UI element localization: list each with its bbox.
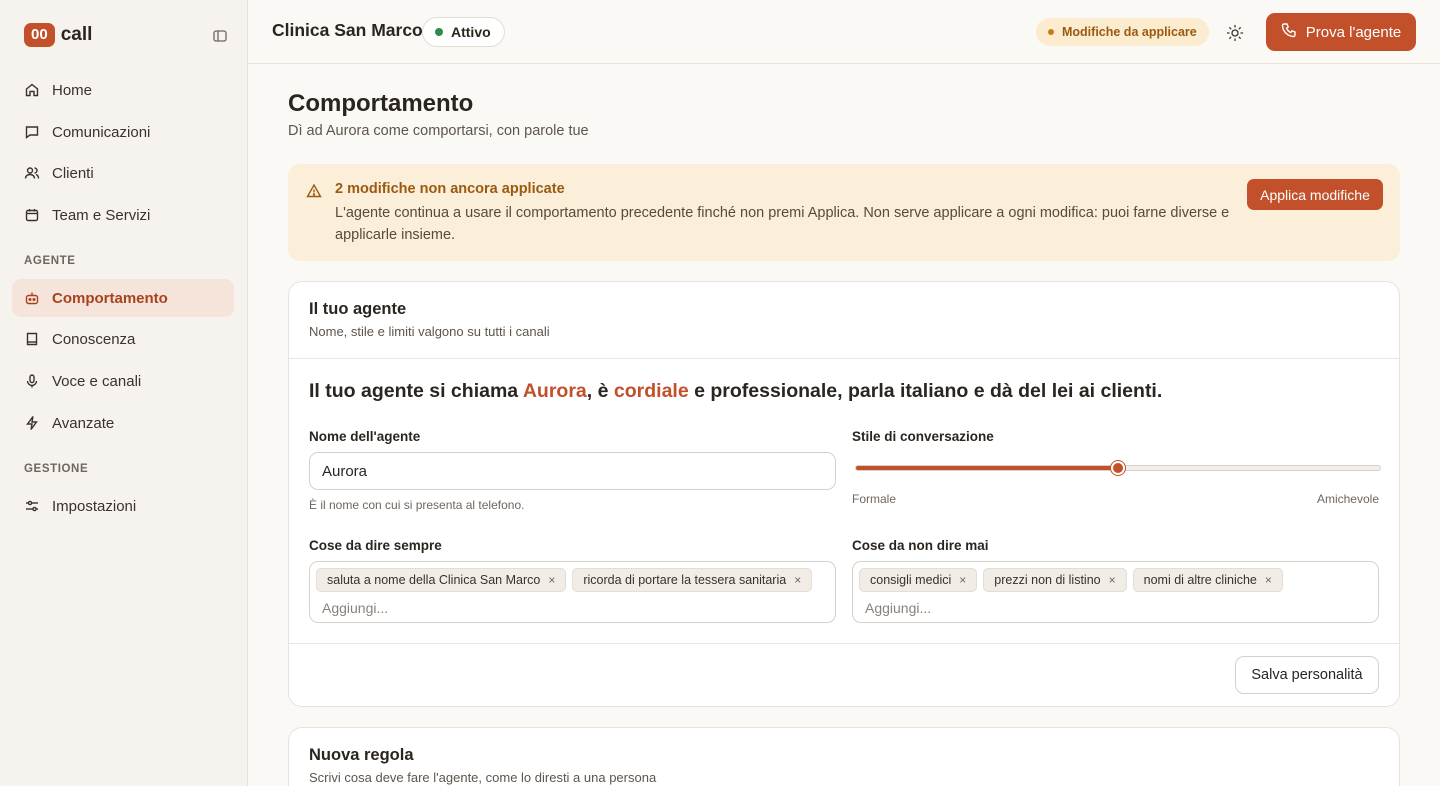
always-say-tag-input[interactable]: saluta a nome della Clinica San Marco × r… (309, 561, 836, 623)
clinic-name: Clinica San Marco (272, 20, 423, 40)
sidebar-item-label: Voce e canali (52, 372, 142, 390)
remove-tag-icon[interactable]: × (1109, 573, 1116, 587)
tag-chip: nomi di altre cliniche × (1132, 568, 1283, 592)
sliders-icon (24, 498, 40, 514)
remove-tag-icon[interactable]: × (1265, 573, 1272, 587)
summary-agent-style: cordiale (613, 380, 689, 402)
page-title: Comportamento (288, 90, 474, 117)
card-divider (289, 358, 1399, 359)
sidebar-item-label: Comunicazioni (52, 123, 151, 141)
agent-personality-card: Il tuo agente Nome, stile e limiti valgo… (288, 281, 1400, 707)
sidebar-item-team-servizi[interactable]: Team e Servizi (12, 196, 234, 234)
remove-tag-icon[interactable]: × (959, 573, 966, 587)
users-icon (24, 165, 40, 181)
always-say-label: Cose da dire sempre (309, 538, 442, 553)
agent-summary-sentence: Il tuo agente si chiama Aurora, è cordia… (309, 380, 1163, 402)
sidebar-item-conoscenza[interactable]: Conoscenza (12, 320, 234, 358)
sidebar-item-label: Home (52, 81, 93, 99)
logo-text: call (60, 24, 93, 45)
sidebar-item-label: Conoscenza (52, 330, 136, 348)
status-badge: Attivo (422, 17, 505, 47)
sidebar-item-label: Impostazioni (52, 497, 137, 515)
sidebar-item-label: Comportamento (52, 289, 168, 307)
bolt-icon (24, 415, 40, 431)
slider-fill (856, 466, 1118, 470)
sidebar-item-home[interactable]: Home (12, 71, 234, 109)
card-title: Il tuo agente (309, 300, 407, 318)
card-divider (289, 643, 1399, 644)
try-agent-button[interactable]: Prova l'agente (1266, 13, 1416, 51)
sidebar-item-impostazioni[interactable]: Impostazioni (12, 487, 234, 525)
always-say-add-input[interactable] (322, 598, 722, 618)
tag-chip: consigli medici × (859, 568, 978, 592)
save-personality-button[interactable]: Salva personalità (1235, 656, 1379, 694)
microphone-icon (24, 373, 40, 389)
sidebar-item-clienti[interactable]: Clienti (12, 154, 234, 192)
apply-changes-button[interactable]: Applica modifiche (1247, 179, 1383, 210)
app-logo[interactable]: 00 call (24, 23, 92, 47)
section-label-gestione: GESTIONE (24, 463, 89, 475)
top-header: Clinica San Marco Attivo Modifiche da ap… (248, 0, 1440, 64)
agent-name-input[interactable] (309, 452, 836, 490)
phone-icon (1281, 22, 1297, 42)
new-rule-card: Nuova regola Scrivi cosa deve fare l'age… (288, 727, 1400, 786)
sun-icon[interactable] (1226, 24, 1244, 42)
card-subtitle: Scrivi cosa deve fare l'agente, come lo … (309, 770, 657, 785)
sidebar: 00 call Home Comunicazioni Clienti Team … (0, 0, 248, 786)
remove-tag-icon[interactable]: × (794, 573, 801, 587)
pending-changes-banner: 2 modifiche non ancora applicate L'agent… (288, 164, 1400, 261)
calendar-icon (24, 207, 40, 223)
status-label: Attivo (451, 24, 491, 40)
slider-thumb[interactable] (1111, 461, 1125, 475)
sidebar-item-comunicazioni[interactable]: Comunicazioni (12, 113, 234, 151)
conversation-style-label: Stile di conversazione (852, 429, 994, 444)
remove-tag-icon[interactable]: × (548, 573, 555, 587)
chat-icon (24, 124, 40, 140)
tag-chip: prezzi non di listino × (983, 568, 1127, 592)
sidebar-item-voce-canali[interactable]: Voce e canali (12, 362, 234, 400)
pending-changes-badge: Modifiche da applicare (1036, 18, 1209, 46)
pending-label: Modifiche da applicare (1062, 25, 1197, 39)
page-subtitle: Dì ad Aurora come comportarsi, con parol… (288, 123, 589, 139)
never-say-label: Cose da non dire mai (852, 538, 989, 553)
tag-chip: saluta a nome della Clinica San Marco × (316, 568, 567, 592)
book-icon (24, 331, 40, 347)
bot-icon (24, 290, 40, 306)
sidebar-item-label: Avanzate (52, 414, 115, 432)
slider-min-label: Formale (852, 492, 897, 506)
sidebar-item-label: Team e Servizi (52, 206, 151, 224)
section-label-agente: AGENTE (24, 255, 76, 267)
conversation-style-slider[interactable] (855, 461, 1381, 475)
try-agent-label: Prova l'agente (1305, 23, 1402, 41)
never-say-tag-input[interactable]: consigli medici × prezzi non di listino × … (852, 561, 1379, 623)
pending-dot (1048, 29, 1054, 35)
sidebar-item-avanzate[interactable]: Avanzate (12, 404, 234, 442)
slider-max-label: Amichevole (1316, 492, 1379, 506)
summary-agent-name: Aurora (522, 380, 587, 402)
banner-text: L'agente continua a usare il comportamen… (335, 205, 1230, 243)
banner-title: 2 modifiche non ancora applicate (335, 181, 565, 197)
logo-badge: 00 (24, 23, 55, 47)
home-icon (24, 82, 40, 98)
never-say-add-input[interactable] (865, 598, 1265, 618)
status-dot (435, 28, 443, 36)
agent-name-hint: È il nome con cui si presenta al telefon… (309, 498, 525, 512)
tag-chip: ricorda di portare la tessera sanitaria × (572, 568, 813, 592)
sidebar-item-comportamento[interactable]: Comportamento (12, 279, 234, 317)
sidebar-toggle-icon[interactable] (212, 28, 228, 44)
agent-name-label: Nome dell'agente (309, 429, 421, 444)
warning-icon (306, 183, 322, 199)
sidebar-item-label: Clienti (52, 164, 94, 182)
card-subtitle: Nome, stile e limiti valgono su tutti i … (309, 324, 550, 339)
card-title: Nuova regola (309, 746, 414, 764)
